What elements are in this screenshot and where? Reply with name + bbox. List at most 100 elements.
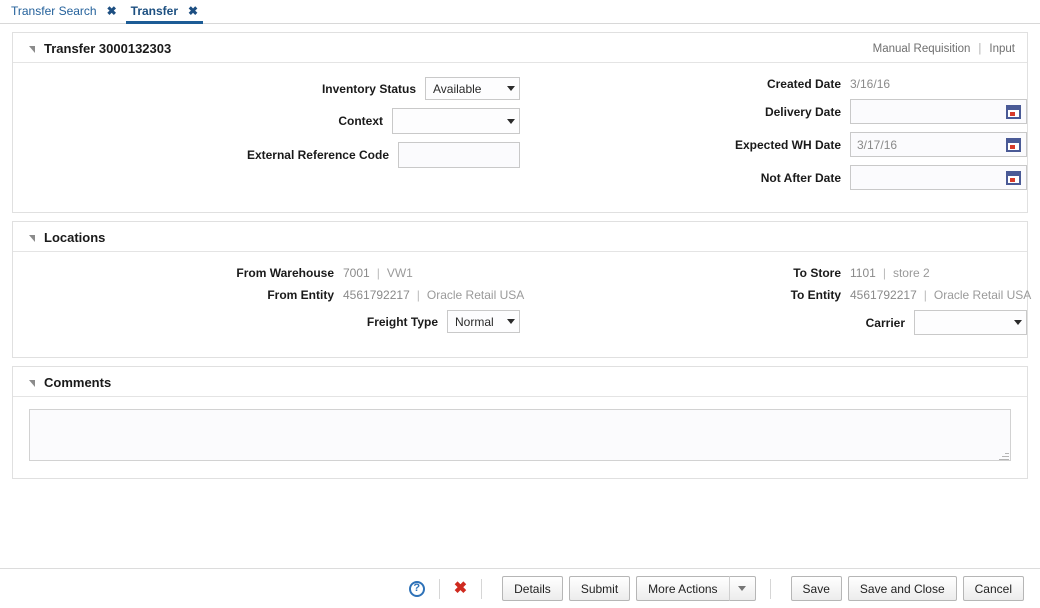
- delivery-date-field[interactable]: [850, 99, 1027, 124]
- external-reference-code-row: External Reference Code: [13, 142, 520, 168]
- from-warehouse-id: 7001: [343, 266, 370, 280]
- locations-left-column: From Warehouse 7001 | VW1 From Entity 45…: [13, 266, 520, 343]
- close-icon[interactable]: ✖: [188, 5, 198, 17]
- to-store-id: 1101: [850, 266, 876, 280]
- action-button-group: Details Submit More Actions: [496, 576, 755, 601]
- calendar-icon: [1006, 105, 1021, 119]
- to-store-row: To Store 1101 | store 2: [520, 266, 1027, 280]
- more-actions-button[interactable]: More Actions: [636, 576, 729, 601]
- from-entity-id: 4561792217: [343, 288, 410, 302]
- from-warehouse-row: From Warehouse 7001 | VW1: [13, 266, 520, 280]
- context-label: Context: [193, 114, 392, 128]
- delete-icon[interactable]: ✖: [454, 581, 467, 597]
- chevron-down-icon: [738, 586, 746, 591]
- comments-panel: Comments: [12, 366, 1028, 479]
- delivery-date-row: Delivery Date: [520, 99, 1027, 124]
- comments-wrap: [29, 409, 1011, 464]
- tab-transfer[interactable]: Transfer ✖: [124, 0, 205, 22]
- tab-transfer-search[interactable]: Transfer Search ✖: [4, 0, 124, 22]
- transfer-right-column: Created Date 3/16/16 Delivery Date: [520, 77, 1027, 198]
- collapse-triangle-icon[interactable]: [29, 46, 35, 53]
- close-icon[interactable]: ✖: [107, 5, 117, 17]
- external-reference-code-input[interactable]: [398, 142, 520, 168]
- from-warehouse-value: 7001 | VW1: [343, 266, 520, 280]
- expected-wh-date-value: 3/17/16: [850, 132, 1027, 157]
- transfer-panel: Transfer 3000132303 Manual Requisition |…: [12, 32, 1028, 213]
- calendar-icon-button[interactable]: [1001, 133, 1026, 156]
- not-after-date-field[interactable]: [850, 165, 1027, 190]
- expected-wh-date-label: Expected WH Date: [651, 138, 850, 152]
- delivery-date-label: Delivery Date: [651, 105, 850, 119]
- collapse-triangle-icon[interactable]: [29, 380, 35, 387]
- value-separator: |: [924, 288, 927, 302]
- comments-textarea[interactable]: [29, 409, 1011, 461]
- divider: [770, 579, 771, 599]
- expected-wh-date-row: Expected WH Date 3/17/16: [520, 132, 1027, 157]
- chevron-down-icon: [507, 119, 515, 124]
- manual-requisition-label: Manual Requisition: [873, 43, 971, 55]
- locations-panel: Locations From Warehouse 7001 | VW1 From…: [12, 221, 1028, 358]
- to-entity-row: To Entity 4561792217 | Oracle Retail USA: [520, 288, 1027, 302]
- transfer-left-column: Inventory Status Available Context: [13, 77, 520, 198]
- expected-wh-date-field[interactable]: 3/17/16: [850, 132, 1027, 157]
- comments-body: [13, 397, 1027, 478]
- to-entity-label: To Entity: [651, 288, 850, 302]
- carrier-row: Carrier: [520, 310, 1027, 335]
- locations-panel-header: Locations: [13, 222, 1027, 252]
- from-warehouse-label: From Warehouse: [144, 266, 343, 280]
- inventory-status-label: Inventory Status: [226, 82, 425, 96]
- from-entity-row: From Entity 4561792217 | Oracle Retail U…: [13, 288, 520, 302]
- chevron-down-icon: [507, 319, 515, 324]
- divider: [439, 579, 440, 599]
- inventory-status-selected: Available: [433, 82, 481, 96]
- transfer-panel-body: Inventory Status Available Context: [13, 63, 1027, 212]
- to-store-label: To Store: [651, 266, 850, 280]
- more-actions-dropdown-button[interactable]: [730, 576, 756, 601]
- tab-strip: Transfer Search ✖ Transfer ✖: [0, 0, 1040, 24]
- transfer-panel-header: Transfer 3000132303 Manual Requisition |…: [13, 33, 1027, 63]
- not-after-date-row: Not After Date: [520, 165, 1027, 190]
- inventory-status-row: Inventory Status Available: [13, 77, 520, 100]
- calendar-icon: [1006, 171, 1021, 185]
- collapse-triangle-icon[interactable]: [29, 235, 35, 242]
- calendar-icon-button[interactable]: [1001, 166, 1026, 189]
- locations-panel-body: From Warehouse 7001 | VW1 From Entity 45…: [13, 252, 1027, 357]
- expected-wh-date-text: 3/17/16: [851, 138, 1001, 152]
- to-entity-value: 4561792217 | Oracle Retail USA: [850, 288, 1027, 302]
- details-button[interactable]: Details: [502, 576, 563, 601]
- inventory-status-value: Available: [425, 77, 520, 100]
- footer-toolbar: ? ✖ Details Submit More Actions Save Sav…: [0, 568, 1040, 608]
- freight-type-value: Normal: [447, 310, 520, 333]
- carrier-value: [914, 310, 1027, 335]
- comments-panel-title-wrap: Comments: [29, 375, 111, 390]
- cancel-button[interactable]: Cancel: [963, 576, 1024, 601]
- from-entity-value: 4561792217 | Oracle Retail USA: [343, 288, 520, 302]
- comments-panel-header: Comments: [13, 367, 1027, 397]
- from-warehouse-desc: VW1: [387, 266, 413, 280]
- freight-type-select[interactable]: Normal: [447, 310, 520, 333]
- carrier-select[interactable]: [914, 310, 1027, 335]
- submit-button[interactable]: Submit: [569, 576, 630, 601]
- more-actions-split-button: More Actions: [636, 576, 755, 601]
- value-separator: |: [883, 266, 886, 280]
- created-date-text: 3/16/16: [850, 77, 890, 91]
- context-select[interactable]: [392, 108, 520, 134]
- page-content: Transfer 3000132303 Manual Requisition |…: [0, 24, 1040, 479]
- to-store-value: 1101 | store 2: [850, 266, 1027, 280]
- freight-type-selected: Normal: [455, 315, 494, 329]
- divider: [481, 579, 482, 599]
- inventory-status-select[interactable]: Available: [425, 77, 520, 100]
- from-entity-label: From Entity: [144, 288, 343, 302]
- carrier-label: Carrier: [715, 316, 914, 330]
- from-entity-desc: Oracle Retail USA: [427, 288, 524, 302]
- save-button[interactable]: Save: [791, 576, 842, 601]
- help-icon[interactable]: ?: [409, 581, 425, 597]
- save-and-close-button[interactable]: Save and Close: [848, 576, 957, 601]
- tab-label: Transfer Search: [11, 4, 97, 18]
- header-link-separator: |: [978, 43, 981, 55]
- calendar-icon-button[interactable]: [1001, 100, 1026, 123]
- to-entity-desc: Oracle Retail USA: [934, 288, 1031, 302]
- to-entity-id: 4561792217: [850, 288, 917, 302]
- value-separator: |: [417, 288, 420, 302]
- locations-panel-title-wrap: Locations: [29, 230, 105, 245]
